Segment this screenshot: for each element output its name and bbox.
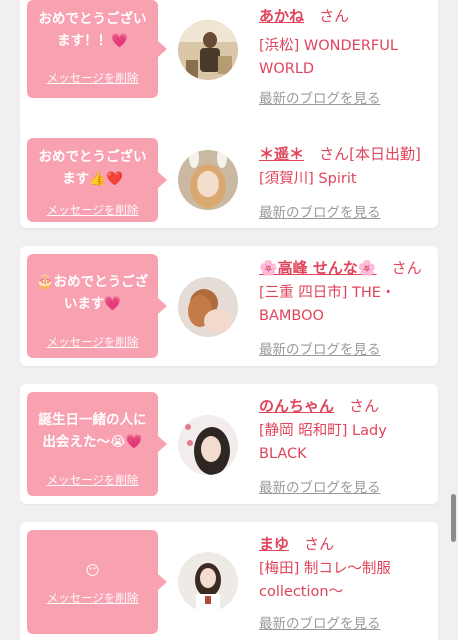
latest-blog-link[interactable]: 最新のブログを見る (259, 87, 381, 107)
message-bubble: おめでとうござい ます👍❤️ メッセージを削除 (27, 138, 167, 222)
message-text: 🎂おめでとうござ います💗 (36, 274, 149, 312)
cake-emoji: 🎂 (36, 274, 54, 290)
latest-blog-link[interactable]: 最新のブログを見る (259, 476, 381, 496)
avatar-photo (178, 552, 238, 612)
cast-name-link[interactable]: 🌸高峰 せんな🌸 (259, 259, 377, 277)
delete-message-link[interactable]: メッセージを削除 (27, 202, 158, 218)
message-bubble: おめでとうござい ます！！💗 メッセージを削除 (27, 0, 167, 98)
avatar-photo (178, 415, 238, 475)
delete-message-link[interactable]: メッセージを削除 (27, 590, 158, 606)
shop-name: [三重 四日市] THE・ BAMBOO (259, 285, 396, 324)
honorific: さん (319, 7, 350, 25)
avatar[interactable] (178, 415, 238, 475)
message-bubble: 🎂おめでとうござ います💗 メッセージを削除 (27, 254, 167, 358)
honorific: さん (304, 535, 335, 553)
avatar-photo (178, 150, 238, 210)
honorific: さん (319, 145, 350, 163)
shop-name: [浜松] WONDERFUL WORLD (259, 38, 398, 77)
message-card: 🎂おめでとうござ います💗 メッセージを削除 🌸高峰 せんな🌸 さん [三重 四… (20, 246, 438, 366)
message-card: おめでとうござい ます👍❤️ メッセージを削除 ＊遥＊ さん[本日出勤] [須賀… (20, 132, 438, 228)
avatar-photo (178, 20, 238, 80)
crying-heart-emoji: 😭💗 (109, 434, 143, 450)
avatar[interactable] (178, 277, 238, 337)
message-list[interactable]: おめでとうござい ます！！💗 メッセージを削除 あかね さん [浜松] WOND… (0, 0, 458, 640)
latest-blog-link[interactable]: 最新のブログを見る (259, 612, 381, 632)
heart-emoji: 💗 (104, 296, 122, 312)
honorific: さん (391, 259, 422, 277)
message-card: おめでとうござい ます！！💗 メッセージを削除 あかね さん [浜松] WOND… (20, 0, 438, 140)
message-bubble: 😶 メッセージを削除 (27, 530, 167, 634)
cast-name-link[interactable]: ＊遥＊ (259, 145, 304, 163)
latest-blog-link[interactable]: 最新のブログを見る (259, 338, 381, 358)
scrollbar-thumb[interactable] (451, 494, 456, 542)
delete-message-link[interactable]: メッセージを削除 (27, 472, 158, 488)
avatar-photo (178, 277, 238, 337)
message-line: おめでとうござい (38, 11, 147, 27)
delete-message-link[interactable]: メッセージを削除 (27, 334, 158, 350)
message-card: 誕生日一緒の人に 出会えた〜😭💗 メッセージを削除 のんちゃん さん [静岡 昭… (20, 384, 438, 504)
cast-name-link[interactable]: あかね (259, 7, 304, 25)
cast-info: のんちゃん さん [静岡 昭和町] Lady BLACK (259, 394, 434, 466)
cast-info: 🌸高峰 せんな🌸 さん [三重 四日市] THE・ BAMBOO (259, 256, 434, 328)
message-bubble: 誕生日一緒の人に 出会えた〜😭💗 メッセージを削除 (27, 392, 167, 496)
avatar[interactable] (178, 150, 238, 210)
status-tag: [本日出勤] (349, 145, 421, 163)
shop-name: [静岡 昭和町] Lady BLACK (259, 423, 387, 462)
shop-name: [須賀川] Spirit (259, 171, 357, 187)
avatar[interactable] (178, 552, 238, 612)
message-line: ます！！ (57, 33, 112, 49)
thumbs-heart-emoji: 👍❤️ (89, 171, 123, 187)
latest-blog-link[interactable]: 最新のブログを見る (259, 201, 381, 221)
message-text: 誕生日一緒の人に 出会えた〜😭💗 (38, 412, 147, 450)
message-text: おめでとうござい ます👍❤️ (38, 149, 147, 187)
heart-emoji: 💗 (111, 33, 128, 49)
delete-message-link[interactable]: メッセージを削除 (27, 70, 158, 86)
shop-name: [梅田] 制コレ〜制服 collection〜 (259, 561, 391, 600)
cast-info: あかね さん [浜松] WONDERFUL WORLD (259, 4, 434, 81)
honorific: さん (349, 397, 380, 415)
cast-info: まゆ さん [梅田] 制コレ〜制服 collection〜 (259, 532, 434, 604)
message-card: 😶 メッセージを削除 まゆ さん [梅田] 制コレ〜制服 collection〜 (20, 522, 438, 640)
message-text: おめでとうござい ます！！💗 (27, 0, 158, 52)
avatar[interactable] (178, 20, 238, 80)
face-emoji: 😶 (85, 563, 100, 579)
message-text: 😶 (27, 530, 158, 582)
cast-name-link[interactable]: まゆ (259, 535, 289, 553)
cast-name-link[interactable]: のんちゃん (259, 397, 334, 415)
cast-info: ＊遥＊ さん[本日出勤] [須賀川] Spirit (259, 142, 434, 191)
